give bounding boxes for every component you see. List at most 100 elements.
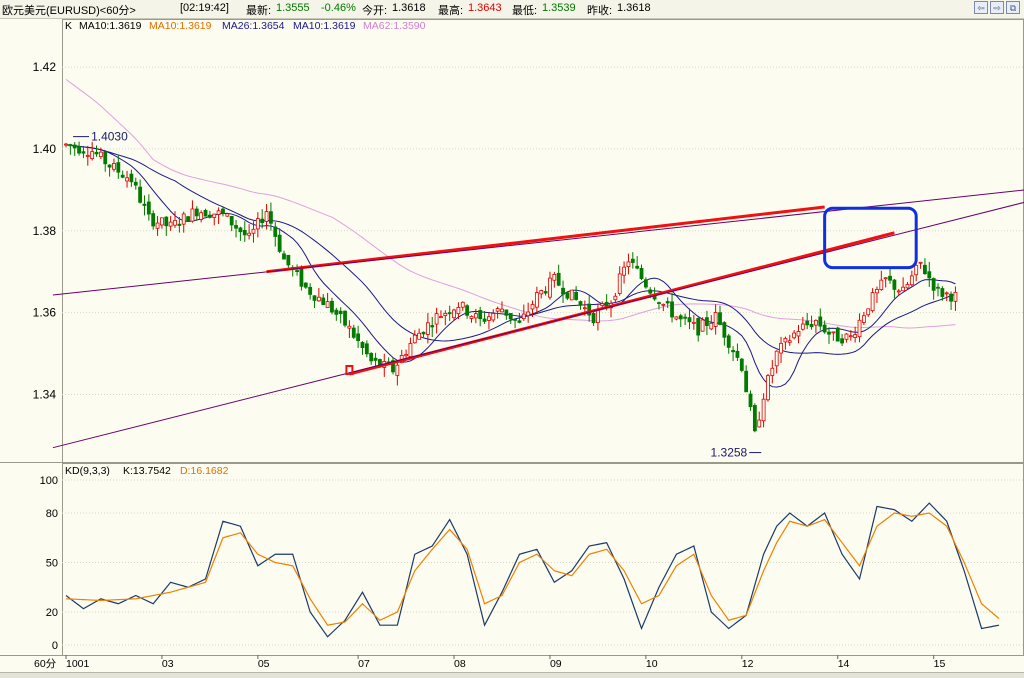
candle-body xyxy=(330,300,334,313)
candle-body xyxy=(792,332,797,339)
candle-body xyxy=(800,323,805,330)
candle-body xyxy=(670,301,674,318)
candle-body xyxy=(430,325,435,328)
candle-body xyxy=(225,213,230,217)
candle-body xyxy=(661,303,666,306)
candle-body xyxy=(456,307,461,315)
candle-body xyxy=(569,289,574,301)
candle-body xyxy=(940,288,945,297)
candle-body xyxy=(334,309,339,315)
annotation-label: 1.3258 xyxy=(711,446,748,460)
x-tick-label: 03 xyxy=(162,658,174,670)
candle-body xyxy=(809,323,814,328)
candle-body xyxy=(207,214,212,218)
candle-body xyxy=(796,331,801,337)
candle-body xyxy=(805,320,810,326)
candle-body xyxy=(770,367,775,376)
d-line xyxy=(65,512,1000,626)
candle-body xyxy=(831,331,836,334)
candle-body xyxy=(521,313,526,320)
candle-body xyxy=(643,279,648,288)
candle-body xyxy=(844,333,849,340)
candle-body xyxy=(404,354,408,357)
candle-body xyxy=(757,419,762,428)
candle-body xyxy=(120,174,125,178)
candle-body xyxy=(744,370,749,393)
candle-body xyxy=(953,291,958,302)
candle-body xyxy=(630,258,635,263)
candle-body xyxy=(787,340,792,343)
candle-body xyxy=(914,264,919,276)
candle-body xyxy=(247,232,252,236)
candle-body xyxy=(138,186,143,203)
legend-entry: D:16.1682 xyxy=(180,465,229,477)
candle-body xyxy=(840,338,844,344)
candle-body xyxy=(412,334,417,344)
candle-body xyxy=(316,296,321,302)
candle-body xyxy=(421,331,426,335)
candle-body xyxy=(269,211,273,224)
candle-body xyxy=(434,313,439,325)
candle-body xyxy=(199,212,204,220)
candle-body xyxy=(103,151,108,165)
legend-entry: MA26:1.3654 xyxy=(222,20,285,32)
candle-body xyxy=(814,319,818,326)
candle-body xyxy=(107,164,112,168)
candle-body xyxy=(927,271,932,279)
candle-body xyxy=(779,342,783,354)
candle-body xyxy=(539,290,544,295)
candle-body xyxy=(473,313,478,319)
candle-body xyxy=(125,177,129,182)
candle-body xyxy=(133,181,138,186)
candle-body xyxy=(949,293,953,302)
candle-body xyxy=(892,279,897,290)
candle-body xyxy=(351,327,356,338)
candle-body xyxy=(273,226,278,237)
chart-canvas: 1.42 1.40 1.38 1.36 1.34 100 80 50 20 0 1001 03 05 07… xyxy=(0,19,1024,670)
x-tick-label: 09 xyxy=(550,658,562,670)
candle-body xyxy=(194,208,199,217)
candle-body xyxy=(260,218,265,224)
candle-body xyxy=(574,291,579,300)
candle-body xyxy=(443,312,448,316)
candle-body xyxy=(72,144,77,149)
candle-body xyxy=(552,273,557,281)
candle-body xyxy=(561,287,565,295)
k-line xyxy=(65,502,1000,638)
candle-body xyxy=(295,270,299,273)
candle-body xyxy=(469,315,474,319)
candle-body xyxy=(705,317,709,326)
candle-body xyxy=(478,310,483,320)
candle-body xyxy=(160,217,164,226)
candle-body xyxy=(146,201,151,215)
candle-body xyxy=(395,364,400,376)
candle-body xyxy=(822,324,827,333)
legend-entry: MA10:1.3619 xyxy=(293,20,356,32)
candle-body xyxy=(909,275,914,286)
candle-body xyxy=(360,342,365,348)
y-tick-label: 1.40 xyxy=(33,142,57,156)
candle-body xyxy=(277,234,282,252)
kd-y-tick-label: 80 xyxy=(46,508,58,520)
status-bar xyxy=(0,672,1024,678)
candle-body xyxy=(936,286,940,289)
legend-entry: K:13.7542 xyxy=(123,465,171,477)
candle-body xyxy=(151,213,156,227)
candle-body xyxy=(299,268,304,287)
candle-body xyxy=(752,405,757,432)
y-tick-label: 1.34 xyxy=(33,387,57,401)
ma10-line xyxy=(65,144,956,388)
candle-body xyxy=(718,312,722,325)
candle-body xyxy=(722,322,727,338)
candle-body xyxy=(901,286,906,292)
candle-body xyxy=(308,286,313,295)
candle-body xyxy=(835,327,840,342)
candle-body xyxy=(761,398,766,422)
candle-body xyxy=(578,301,583,306)
candle-body xyxy=(635,265,640,269)
legend-entry: K xyxy=(65,20,73,32)
candle-body xyxy=(181,213,186,225)
candle-body xyxy=(98,151,103,158)
candle-body xyxy=(700,319,705,332)
legend-entry: MA10:1.3619 xyxy=(79,20,142,32)
